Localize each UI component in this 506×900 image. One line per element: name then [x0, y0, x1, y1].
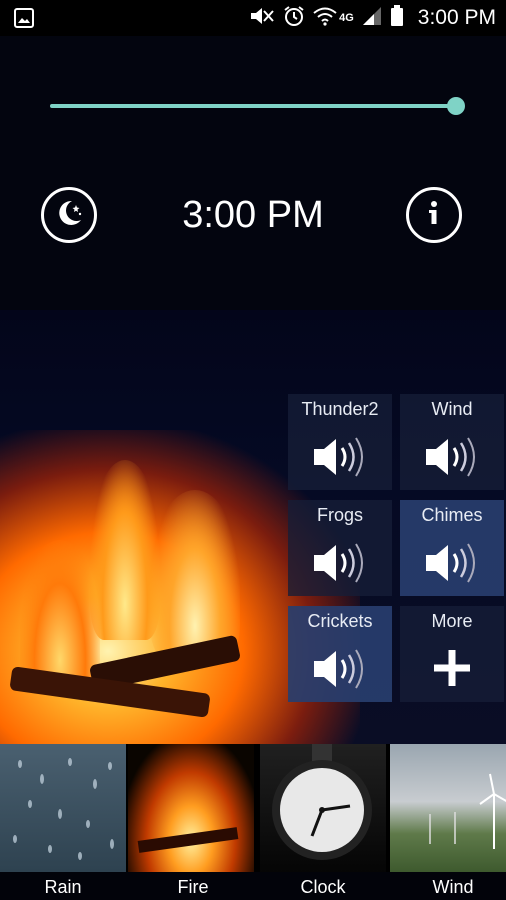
scene-label-fire[interactable]: Fire: [130, 877, 256, 898]
sound-tile-label: Frogs: [316, 505, 363, 525]
volume-slider-thumb[interactable]: [447, 97, 465, 115]
network-type-label: 4G: [339, 12, 354, 24]
wifi-icon: [313, 6, 337, 31]
status-time: 3:00 PM: [417, 6, 496, 29]
sound-tile-label: Crickets: [307, 611, 373, 631]
plus-icon: [434, 650, 470, 691]
sound-tile-label: More: [431, 611, 473, 631]
scene-thumb-fire[interactable]: [128, 744, 254, 872]
info-button[interactable]: [406, 187, 462, 243]
sound-tile-frogs[interactable]: Frogs: [288, 500, 392, 596]
control-panel: [0, 36, 506, 310]
fire-log: [137, 827, 239, 853]
alarm-icon: [283, 5, 305, 32]
scene-carousel: [0, 744, 506, 872]
scene-labels: Rain Fire Clock Wind: [0, 872, 506, 900]
speaker-icon: [310, 644, 366, 699]
speaker-icon: [310, 432, 366, 487]
status-icons: 4G 3:00 PM: [249, 4, 496, 32]
more-sounds-button[interactable]: More: [400, 606, 504, 702]
scene-thumb-rain[interactable]: [0, 744, 126, 872]
scene-thumb-wind[interactable]: [390, 744, 506, 872]
scene-label-clock[interactable]: Clock: [260, 877, 386, 898]
wind-turbines-image: [429, 773, 506, 849]
sound-tile-label: Wind: [431, 399, 473, 419]
volume-slider-track[interactable]: [50, 104, 456, 108]
sound-tile-wind[interactable]: Wind: [400, 394, 504, 490]
scene-label-wind[interactable]: Wind: [390, 877, 506, 898]
fire-flame: [150, 490, 240, 660]
battery-icon: [390, 4, 404, 32]
speaker-icon: [310, 538, 366, 593]
sound-tile-thunder2[interactable]: Thunder2: [288, 394, 392, 490]
sound-tile-chimes[interactable]: Chimes: [400, 500, 504, 596]
fire-flame: [20, 540, 100, 690]
speaker-icon: [422, 432, 478, 487]
scene-thumb-clock[interactable]: [260, 744, 386, 872]
rain-image: [13, 758, 114, 860]
sound-tile-label: Thunder2: [301, 399, 379, 419]
image-notification-icon: [14, 8, 34, 33]
speaker-icon: [422, 538, 478, 593]
info-icon: [419, 198, 449, 233]
status-bar: 4G 3:00 PM: [0, 0, 506, 36]
clock-image: [272, 744, 372, 860]
sound-tile-label: Chimes: [421, 505, 483, 525]
signal-icon: [362, 6, 382, 31]
sound-tile-crickets[interactable]: Crickets: [288, 606, 392, 702]
mute-icon: [249, 6, 275, 31]
scene-label-rain[interactable]: Rain: [0, 877, 126, 898]
